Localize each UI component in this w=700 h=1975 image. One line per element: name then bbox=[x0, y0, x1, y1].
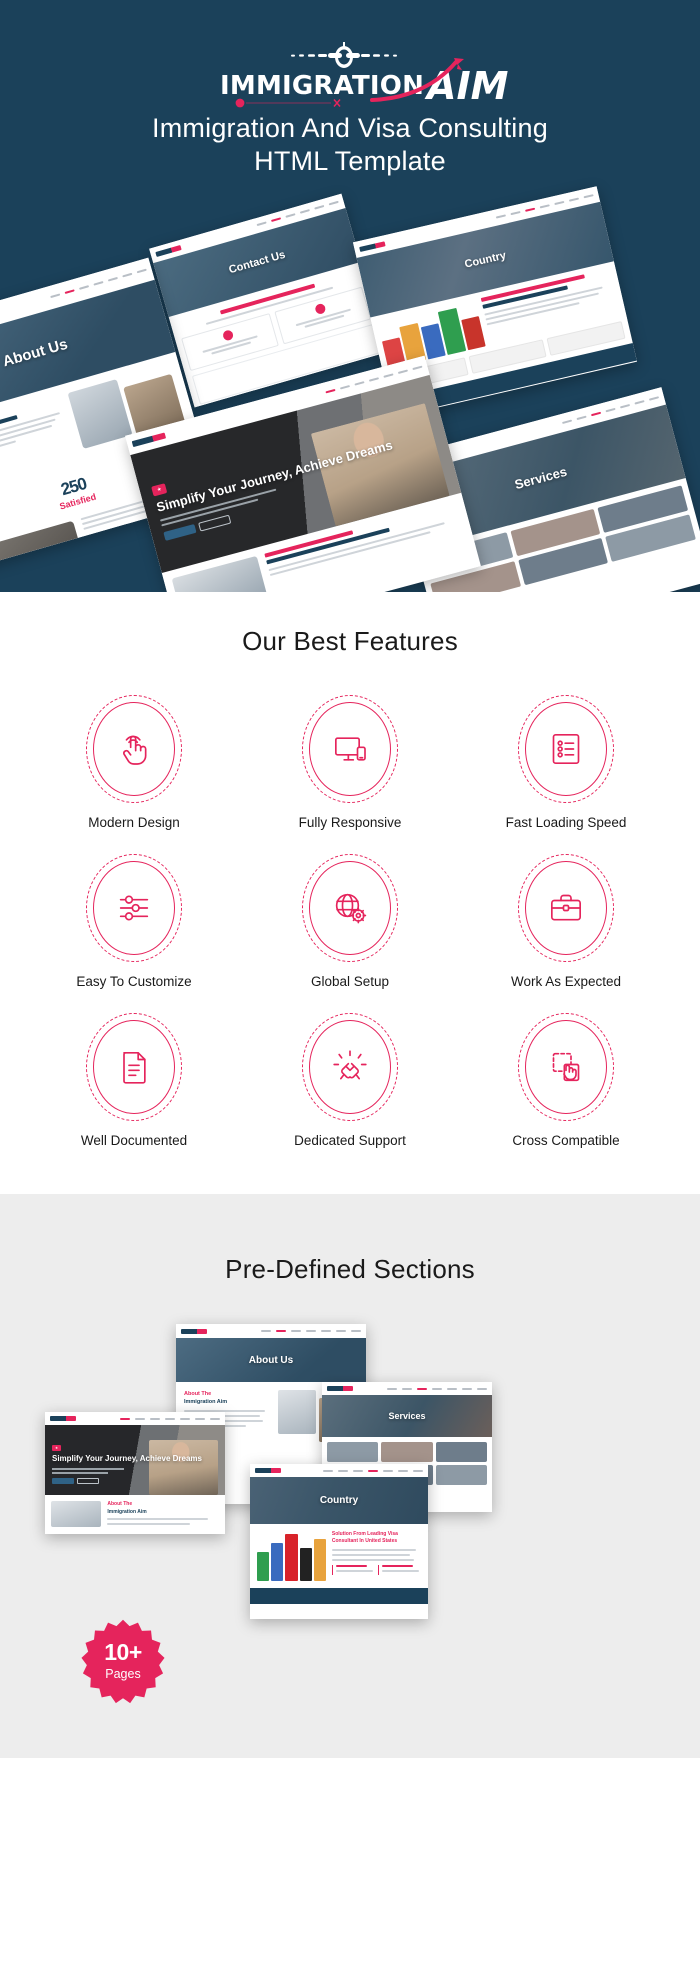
mockup-hero-title: About Us bbox=[0, 335, 70, 370]
feature-label: Work As Expected bbox=[510, 974, 622, 989]
feature-item-well-documented[interactable]: Well Documented bbox=[26, 1013, 242, 1148]
mockup-navbar bbox=[322, 1382, 492, 1395]
cross-compatible-icon bbox=[552, 1052, 580, 1082]
sliders-icon bbox=[119, 895, 149, 921]
mockup-logo bbox=[327, 1386, 353, 1391]
hero-section: IMMIGRATIONAIM Immigration And Visa Cons… bbox=[0, 0, 700, 592]
predefined-mockup-collage: About Us About The Immigration Aim Servi… bbox=[0, 1324, 700, 1624]
checklist-icon bbox=[552, 734, 580, 764]
mockup-body-heading: Solution From Leading Visa Consultant In… bbox=[331, 1531, 398, 1545]
mockup-hero-title: Services bbox=[512, 463, 569, 492]
mockup-nav bbox=[120, 1417, 220, 1420]
mockup-nav bbox=[323, 1469, 423, 1472]
feature-item-fully-responsive[interactable]: Fully Responsive bbox=[242, 695, 458, 830]
feature-item-global-setup[interactable]: Global Setup bbox=[242, 854, 458, 989]
mockup-gallery-item bbox=[435, 1442, 487, 1462]
mockup-logo bbox=[50, 1416, 76, 1421]
features-section: Our Best Features Modern Design Fully Re… bbox=[0, 592, 700, 1194]
mockup-body: Solution From Leading Visa Consultant In… bbox=[250, 1524, 428, 1588]
mockup-hero-title: About Us bbox=[248, 1354, 294, 1366]
mockup-nav bbox=[387, 1387, 487, 1390]
handshake-icon bbox=[333, 1050, 367, 1080]
feature-label: Global Setup bbox=[310, 974, 390, 989]
feature-label: Modern Design bbox=[88, 815, 180, 830]
pages-count: 10+ bbox=[104, 1639, 142, 1665]
mockup-nav bbox=[261, 1330, 361, 1332]
mockup-navbar bbox=[45, 1412, 225, 1425]
mockup-gallery-item bbox=[327, 1442, 379, 1462]
feature-item-dedicated-support[interactable]: Dedicated Support bbox=[242, 1013, 458, 1148]
mockup-logo bbox=[131, 432, 167, 447]
feature-badge bbox=[302, 854, 398, 962]
feature-badge bbox=[302, 695, 398, 803]
mockup-navbar bbox=[176, 1324, 366, 1338]
touch-pointer-icon bbox=[123, 735, 147, 765]
predefined-title: Pre-Defined Sections bbox=[225, 1254, 475, 1284]
mockup-hero-title: Country bbox=[463, 249, 508, 271]
mockup-hero-title: Services bbox=[388, 1411, 426, 1421]
feature-badge bbox=[518, 1013, 614, 1121]
feature-badge bbox=[86, 1013, 182, 1121]
mockup-hero: Services bbox=[322, 1395, 492, 1437]
mockup-logo bbox=[181, 1328, 207, 1334]
feature-badge bbox=[518, 695, 614, 803]
feature-badge bbox=[86, 854, 182, 962]
pages-count-badge: 10+ Pages bbox=[80, 1618, 166, 1704]
logo-baseline-icon bbox=[235, 98, 341, 108]
feature-item-work-as-expected[interactable]: Work As Expected bbox=[458, 854, 674, 989]
feature-badge bbox=[518, 854, 614, 962]
mockup-home: ★ Simplify Your Journey, Achieve Dreams … bbox=[45, 1412, 225, 1534]
mockup-gallery-item bbox=[435, 1465, 487, 1485]
mockup-footer bbox=[250, 1588, 428, 1604]
features-grid: Modern Design Fully Responsive Fast Load… bbox=[0, 695, 700, 1148]
page-title-line1: Immigration And Visa Consulting bbox=[152, 113, 548, 143]
feature-label: Dedicated Support bbox=[294, 1133, 406, 1148]
mockup-sub-heading-a: About The bbox=[107, 1501, 133, 1507]
mockup-logo bbox=[255, 1468, 281, 1473]
mockup-hero-title: Country bbox=[319, 1495, 359, 1506]
briefcase-icon bbox=[551, 894, 581, 921]
features-title: Our Best Features bbox=[242, 626, 458, 656]
pages-unit: Pages bbox=[105, 1667, 141, 1681]
mockup-country: Country Solution From Leading Visa Consu… bbox=[250, 1464, 428, 1619]
mockup-sub-heading-b: Immigration Aim bbox=[107, 1508, 147, 1515]
hero-mockup-collage: Contact Us Country About Us 250 Satisfie… bbox=[0, 180, 700, 592]
feature-label: Fully Responsive bbox=[298, 815, 402, 830]
document-icon bbox=[123, 1052, 146, 1084]
feature-item-cross-compatible[interactable]: Cross Compatible bbox=[458, 1013, 674, 1148]
mockup-gallery-item bbox=[381, 1442, 433, 1462]
feature-badge bbox=[302, 1013, 398, 1121]
feature-label: Fast Loading Speed bbox=[505, 815, 627, 830]
feature-label: Easy To Customize bbox=[76, 974, 192, 989]
mockup-sub-heading-a: About The bbox=[184, 1391, 212, 1397]
mockup-flags bbox=[257, 1531, 326, 1581]
responsive-devices-icon bbox=[335, 737, 366, 761]
feature-badge bbox=[86, 695, 182, 803]
feature-item-fast-loading-speed[interactable]: Fast Loading Speed bbox=[458, 695, 674, 830]
mockup-navbar bbox=[250, 1464, 428, 1477]
mockup-sub-heading-b: Immigration Aim bbox=[184, 1399, 228, 1406]
mockup-hero-title: Simplify Your Journey, Achieve Dreams bbox=[52, 1454, 202, 1464]
mockup-body: About The Immigration Aim bbox=[45, 1495, 225, 1534]
mockup-hero: Country bbox=[250, 1477, 428, 1524]
swoosh-icon bbox=[370, 58, 464, 102]
mockup-hero-title: Contact Us bbox=[227, 248, 287, 277]
page-title: Immigration And Visa Consulting HTML Tem… bbox=[0, 112, 700, 178]
predefined-sections-section: Pre-Defined Sections About Us About The … bbox=[0, 1194, 700, 1758]
page-title-line2: HTML Template bbox=[254, 145, 446, 176]
brand-logo: IMMIGRATIONAIM bbox=[0, 42, 700, 110]
mockup-hero: ★ Simplify Your Journey, Achieve Dreams bbox=[45, 1425, 225, 1495]
mockup-logo bbox=[359, 240, 386, 252]
feature-label: Well Documented bbox=[80, 1133, 188, 1148]
feature-label: Cross Compatible bbox=[512, 1133, 620, 1148]
feature-item-modern-design[interactable]: Modern Design bbox=[26, 695, 242, 830]
globe-gear-icon bbox=[335, 893, 367, 924]
mockup-hero: About Us bbox=[176, 1338, 366, 1382]
feature-item-easy-to-customize[interactable]: Easy To Customize bbox=[26, 854, 242, 989]
